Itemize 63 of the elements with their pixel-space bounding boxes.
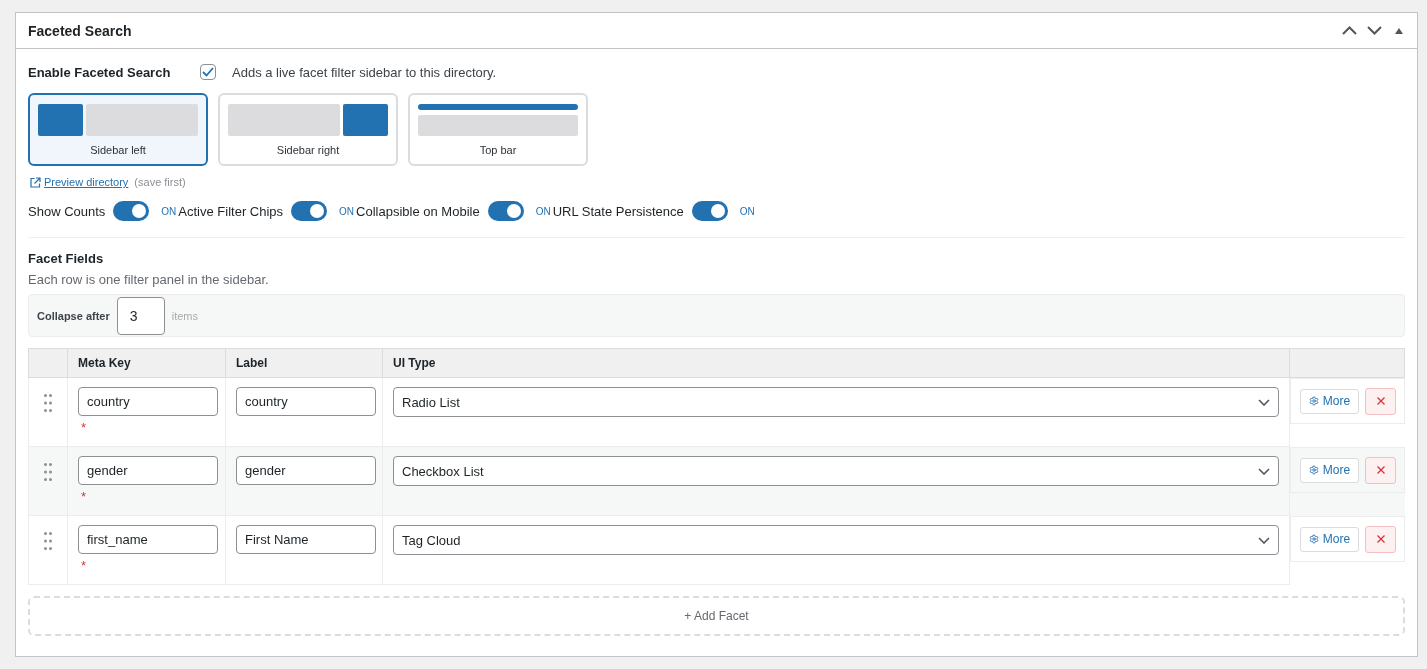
gear-icon — [1308, 396, 1319, 406]
layout-option[interactable]: Sidebar left — [28, 93, 208, 166]
toggle-label: Active Filter Chips — [178, 203, 284, 219]
unit-label: items — [171, 309, 199, 322]
chevron-up-icon[interactable] — [1342, 26, 1357, 35]
ui-type-select[interactable]: Tag Cloud — [393, 525, 1279, 555]
layout-option[interactable]: Sidebar right — [218, 93, 398, 166]
x-icon — [1376, 397, 1385, 405]
toggle-label: Show Counts — [28, 203, 106, 219]
external-link-icon — [30, 176, 41, 188]
gear-icon — [1308, 534, 1319, 544]
field-label: Enable Faceted Search — [28, 64, 172, 80]
chevron-down-icon — [1258, 398, 1270, 406]
add-facet-button[interactable]: + Add Facet — [28, 596, 1405, 636]
more-button[interactable]: More — [1300, 457, 1359, 483]
meta-key-input[interactable]: country — [78, 387, 218, 416]
toggle-state-label: ON — [161, 205, 177, 217]
drag-handle-icon[interactable] — [44, 463, 52, 481]
chevron-down-icon — [1258, 536, 1270, 544]
label-input[interactable]: First Name — [236, 525, 376, 554]
column-header: Meta Key — [78, 356, 131, 370]
chevron-down-icon — [1258, 467, 1270, 475]
required-mark: * — [81, 422, 87, 434]
toggle-state-label: ON — [339, 205, 355, 217]
sidebar-block — [343, 104, 388, 136]
column-header: Label — [236, 356, 268, 370]
toggle-switch[interactable] — [487, 201, 524, 221]
number-input[interactable]: 3 — [116, 296, 165, 335]
column-header: UI Type — [393, 356, 436, 370]
gear-icon — [1308, 465, 1319, 475]
required-mark: * — [81, 491, 87, 503]
ui-type-select[interactable]: Radio List — [393, 387, 1279, 417]
label-input[interactable]: country — [236, 387, 376, 416]
more-button[interactable]: More — [1300, 526, 1359, 552]
save-note: (save first) — [134, 176, 186, 188]
field-description: Adds a live facet filter sidebar to this directory. — [232, 64, 497, 80]
toggle-state-label: ON — [535, 205, 551, 217]
chevron-down-icon[interactable] — [1367, 26, 1382, 35]
section-title: Facet Fields — [28, 251, 105, 267]
layout-option[interactable]: Top bar — [408, 93, 588, 166]
toggle-switch[interactable] — [691, 201, 728, 221]
x-icon — [1376, 535, 1385, 543]
drag-handle-icon[interactable] — [44, 394, 52, 412]
toggle-switch[interactable] — [113, 201, 150, 221]
checkbox[interactable] — [200, 64, 216, 80]
section-description: Each row is one filter panel in the sidebar. — [28, 272, 270, 288]
meta-key-input[interactable]: gender — [78, 456, 218, 485]
drag-handle-icon[interactable] — [44, 532, 52, 550]
sidebar-block — [38, 104, 83, 136]
panel-title: Faceted Search — [28, 21, 132, 40]
meta-key-input[interactable]: first_name — [78, 525, 218, 554]
toggle-state-label: ON — [739, 205, 755, 217]
label-input[interactable]: gender — [236, 456, 376, 485]
triangle-up-icon[interactable] — [1395, 27, 1403, 34]
more-button[interactable]: More — [1300, 388, 1359, 414]
collapse-label: Collapse after — [37, 309, 110, 322]
preview-link[interactable]: Preview directory — [28, 176, 129, 188]
toggle-label: Collapsible on Mobile — [356, 203, 480, 219]
toggle-switch[interactable] — [291, 201, 328, 221]
x-icon — [1376, 466, 1385, 474]
ui-type-select[interactable]: Checkbox List — [393, 456, 1279, 486]
toggle-label: URL State Persistence — [552, 203, 684, 219]
required-mark: * — [81, 560, 87, 572]
